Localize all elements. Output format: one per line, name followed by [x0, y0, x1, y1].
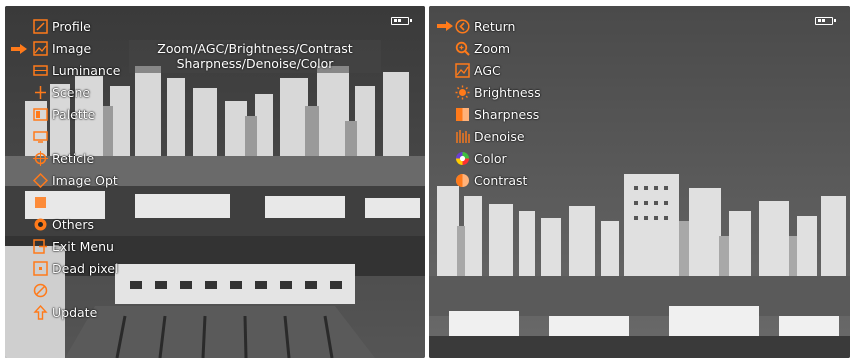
- scene-icon: [35, 85, 46, 99]
- menu-label: Reticle: [52, 150, 95, 166]
- tools-icon: [35, 196, 46, 208]
- agc-icon: [455, 62, 470, 78]
- profile-icon: [33, 18, 48, 34]
- menu-label: Brightness: [474, 84, 541, 100]
- dead-pixel-icon: [33, 260, 48, 276]
- denoise-icon: [456, 129, 470, 143]
- menu-item-return[interactable]: Return: [455, 16, 515, 36]
- menu-item-update[interactable]: Update: [33, 302, 97, 322]
- menu-item-tools[interactable]: [33, 192, 52, 212]
- color-icon: [456, 151, 469, 165]
- menu-item-color[interactable]: Color: [455, 148, 507, 168]
- image-icon: [33, 40, 48, 56]
- menu-item-sharpness[interactable]: Sharpness: [455, 104, 539, 124]
- menu-item-denoise[interactable]: Denoise: [455, 126, 525, 146]
- menu-item-image[interactable]: Image: [33, 38, 91, 58]
- others-icon: [34, 218, 47, 230]
- menu-label: Profile: [52, 18, 91, 34]
- sharpness-icon: [456, 107, 469, 121]
- menu-item-profile[interactable]: Profile: [33, 16, 91, 36]
- menu-label: Sharpness: [474, 106, 540, 122]
- menu-item-exit-menu[interactable]: Exit Menu: [33, 236, 114, 256]
- menu-item-agc[interactable]: AGC: [455, 60, 501, 80]
- image-opt-icon: [33, 172, 48, 188]
- menu-label: Return: [474, 18, 516, 34]
- menu-label: Update: [52, 304, 98, 320]
- luminance-icon: [33, 64, 48, 76]
- selection-arrow-icon: [11, 44, 27, 54]
- exit-icon: [33, 238, 47, 254]
- brightness-icon: [455, 85, 470, 99]
- menu-item-display[interactable]: [33, 126, 52, 146]
- menu-label: Dead pixel: [52, 260, 119, 276]
- menu-label: Denoise: [474, 128, 525, 144]
- menu-item-dead-pixel[interactable]: Dead pixel: [33, 258, 118, 278]
- menu-item-disable[interactable]: [33, 280, 52, 300]
- palette-icon: [33, 107, 48, 121]
- return-icon: [455, 18, 470, 34]
- menu-item-others[interactable]: Others: [33, 214, 94, 234]
- menu-label: Image: [52, 40, 92, 56]
- menu-item-brightness[interactable]: Brightness: [455, 82, 541, 102]
- menu-item-palette[interactable]: Palette: [33, 104, 95, 124]
- right-screen: Return Zoom AGC Brightness Sharpness Den…: [429, 6, 850, 358]
- image-submenu-hint: Zoom/AGC/Brightness/Contrast Sharpness/D…: [129, 40, 381, 73]
- menu-item-luminance[interactable]: Luminance: [33, 60, 120, 80]
- menu-item-scene[interactable]: Scene: [33, 82, 90, 102]
- menu-label: Color: [474, 150, 507, 166]
- menu-label: Zoom: [474, 40, 511, 56]
- selection-arrow-icon: [437, 21, 453, 31]
- menu-label: Others: [52, 216, 95, 232]
- battery-icon: [391, 17, 412, 25]
- menu-label: Exit Menu: [52, 238, 114, 254]
- disable-icon: [33, 283, 48, 297]
- menu-item-reticle[interactable]: Reticle: [33, 148, 94, 168]
- menu-item-contrast[interactable]: Contrast: [455, 170, 527, 190]
- contrast-icon: [456, 173, 469, 187]
- menu-label: Contrast: [474, 172, 528, 188]
- display-icon: [33, 130, 48, 143]
- zoom-icon: [455, 41, 470, 56]
- reticle-icon: [33, 150, 48, 166]
- submenu-line-2: Sharpness/Denoise/Color: [176, 56, 334, 71]
- menu-label: Luminance: [52, 62, 121, 78]
- battery-icon: [815, 17, 836, 25]
- menu-label: Scene: [52, 84, 91, 100]
- menu-label: Image Opt: [52, 172, 118, 188]
- menu-label: AGC: [474, 62, 501, 78]
- menu-item-image-opt[interactable]: Image Opt: [33, 170, 118, 190]
- menu-item-zoom[interactable]: Zoom: [455, 38, 510, 58]
- left-screen: Zoom/AGC/Brightness/Contrast Sharpness/D…: [5, 6, 425, 358]
- menu-label: Palette: [52, 106, 96, 122]
- submenu-line-1: Zoom/AGC/Brightness/Contrast: [157, 41, 353, 56]
- update-icon: [33, 304, 48, 320]
